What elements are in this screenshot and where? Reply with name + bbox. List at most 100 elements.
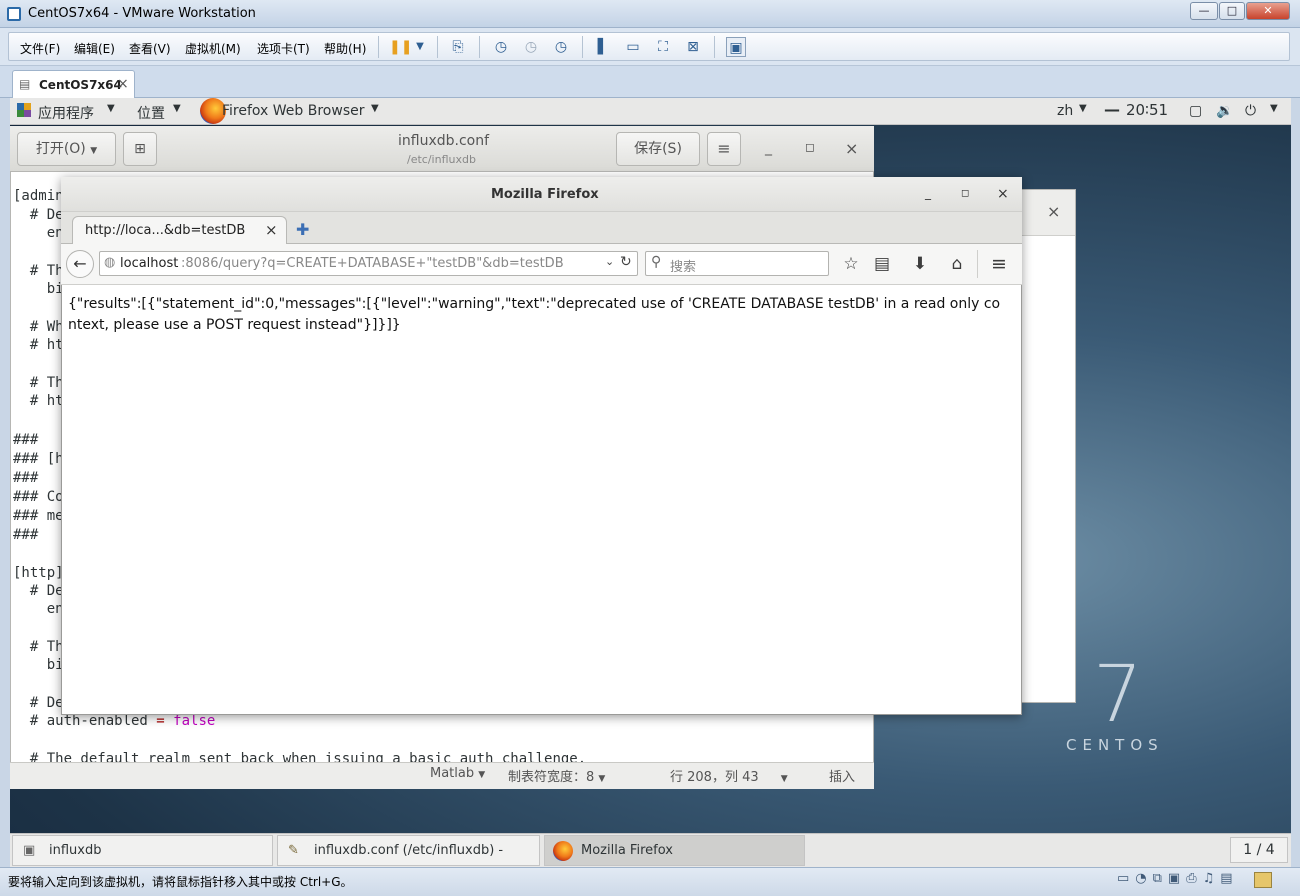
chevron-down-icon: ▼ bbox=[90, 146, 98, 156]
power-icon[interactable]: ⏻ bbox=[1245, 103, 1256, 119]
tab-label: CentOS7x64 bbox=[39, 78, 122, 92]
centos-logo-number: 7 bbox=[1093, 650, 1143, 740]
code-line: # Th bbox=[13, 639, 64, 655]
firefox-tab-title: http://loca...&db=testDB bbox=[85, 223, 246, 238]
tab-close-icon[interactable]: × bbox=[265, 221, 278, 239]
apps-menu[interactable]: 应用程序 bbox=[38, 103, 94, 123]
sidebar-toggle-icon[interactable]: ▌ bbox=[593, 37, 613, 57]
chevron-down-icon[interactable]: ▼ bbox=[410, 37, 430, 57]
close-icon[interactable]: × bbox=[997, 186, 1009, 202]
message-log-icon[interactable] bbox=[1254, 872, 1272, 888]
tab-centos7x64[interactable]: ▤ CentOS7x64 × bbox=[12, 70, 135, 98]
code-line: bi bbox=[13, 281, 64, 297]
fullscreen-icon[interactable]: ⛶ bbox=[653, 37, 673, 57]
snapshot-icon[interactable]: ◷ bbox=[491, 37, 511, 57]
code-text: # auth-enabled bbox=[13, 713, 157, 729]
volume-icon[interactable]: 🔉 bbox=[1216, 103, 1233, 119]
reload-icon[interactable]: ↻ bbox=[620, 254, 632, 270]
menu-edit[interactable]: 编辑(E) bbox=[74, 40, 115, 57]
taskbar-item-firefox[interactable]: Mozilla Firefox bbox=[544, 835, 805, 866]
document-title: influxdb.conf bbox=[398, 133, 490, 149]
chevron-down-icon: ▼ bbox=[107, 103, 115, 114]
toolbar-divider bbox=[437, 36, 438, 58]
code-line: bi bbox=[13, 657, 64, 673]
download-icon[interactable]: ⬇ bbox=[909, 254, 931, 274]
code-line: # The default realm sent back when issui… bbox=[13, 751, 587, 762]
home-icon[interactable]: ⌂ bbox=[946, 254, 968, 274]
code-line: ### [h bbox=[13, 451, 64, 467]
taskbar-item-gedit[interactable]: ✎ influxdb.conf (/etc/influxdb) - gedit bbox=[277, 835, 540, 887]
toolbar-divider bbox=[582, 36, 583, 58]
minimize-icon[interactable]: _ bbox=[765, 140, 772, 156]
globe-icon: ◍ bbox=[104, 255, 116, 270]
search-placeholder: 搜索 bbox=[670, 260, 697, 275]
hamburger-menu-icon[interactable]: ≡ bbox=[988, 254, 1010, 274]
input-language[interactable]: zh bbox=[1057, 103, 1073, 119]
places-menu[interactable]: 位置 bbox=[137, 103, 165, 123]
save-button[interactable]: 保存(S) bbox=[616, 132, 700, 166]
toolbar-divider bbox=[378, 36, 379, 58]
code-line: en bbox=[13, 225, 64, 241]
code-operator: = bbox=[156, 713, 165, 729]
new-tab-icon[interactable]: ✚ bbox=[296, 220, 309, 239]
screen-icon[interactable]: ▢ bbox=[1189, 103, 1202, 119]
taskbar-item-terminal[interactable]: ▣ influxdb bbox=[12, 835, 273, 866]
maximize-icon[interactable]: ◻ bbox=[961, 188, 969, 199]
tab-width-selector[interactable]: 制表符宽度：8 ▼ bbox=[508, 766, 605, 785]
workspace-switcher[interactable]: 1 / 4 bbox=[1230, 837, 1288, 863]
revert-snapshot-icon[interactable]: ◷ bbox=[521, 37, 541, 57]
toolbar-divider bbox=[714, 36, 715, 58]
code-line-auth: # auth-enabled = false bbox=[13, 713, 215, 729]
menu-vm[interactable]: 虚拟机(M) bbox=[185, 40, 241, 57]
device-status-icons[interactable]: ▭◔⧉▣⎙♫▤ bbox=[1117, 871, 1239, 886]
language-selector[interactable]: Matlab ▼ bbox=[430, 766, 485, 781]
unity-icon[interactable]: ⊠ bbox=[683, 37, 703, 57]
snapshot-manager-icon[interactable]: ◷ bbox=[551, 37, 571, 57]
url-host: localhost bbox=[120, 256, 179, 271]
close-icon[interactable]: × bbox=[845, 139, 858, 158]
bookmark-star-icon[interactable]: ☆ bbox=[840, 254, 862, 274]
code-line: en bbox=[13, 601, 64, 617]
code-line: ### bbox=[13, 527, 39, 543]
reading-list-icon[interactable]: ▤ bbox=[871, 254, 893, 274]
pause-icon[interactable]: ❚❚ bbox=[389, 37, 412, 57]
toolbar-divider bbox=[479, 36, 480, 58]
menu-view[interactable]: 查看(V) bbox=[129, 40, 171, 57]
chevron-down-icon: ▼ bbox=[173, 103, 181, 114]
url-dropdown-icon[interactable]: ⌄ bbox=[605, 255, 614, 268]
chevron-down-icon[interactable]: ▼ bbox=[1270, 103, 1278, 114]
document-path: /etc/influxdb bbox=[407, 153, 476, 166]
terminal-icon: ▣ bbox=[23, 843, 36, 858]
chevron-down-icon: ▼ bbox=[598, 774, 606, 784]
firefox-window-title: Mozilla Firefox bbox=[491, 187, 599, 202]
minimize-icon[interactable]: _ bbox=[925, 186, 931, 200]
clock[interactable]: 20∶51 bbox=[1126, 101, 1168, 119]
console-view-icon[interactable]: ▭ bbox=[623, 37, 643, 57]
open-button[interactable]: 打开(O) ▼ bbox=[17, 132, 116, 166]
maximize-button[interactable]: □ bbox=[1219, 2, 1245, 20]
maximize-icon[interactable]: ◻ bbox=[805, 140, 815, 154]
close-icon[interactable]: × bbox=[1047, 202, 1060, 221]
chevron-down-icon: ▼ bbox=[1079, 103, 1087, 114]
minimize-button[interactable]: — bbox=[1190, 2, 1218, 20]
menu-tabs[interactable]: 选项卡(T) bbox=[257, 40, 310, 57]
code-line: # De bbox=[13, 695, 64, 711]
code-line: # De bbox=[13, 207, 64, 223]
hamburger-menu-icon[interactable]: ≡ bbox=[707, 132, 741, 166]
tab-close-icon[interactable]: × bbox=[117, 76, 129, 92]
code-line: ### bbox=[13, 470, 39, 486]
menu-file[interactable]: 文件(F) bbox=[20, 40, 60, 57]
activities-icon[interactable] bbox=[17, 103, 31, 117]
library-view-icon[interactable]: ▣ bbox=[726, 37, 746, 57]
firefox-tab[interactable]: http://loca...&db=testDB × bbox=[72, 216, 287, 245]
send-keys-icon[interactable]: ⎘ bbox=[448, 37, 468, 57]
back-button[interactable]: ← bbox=[66, 250, 94, 278]
search-input[interactable]: ⚲ 搜索 bbox=[645, 251, 829, 276]
new-tab-icon[interactable]: ⊞ bbox=[123, 132, 157, 166]
close-button[interactable]: ✕ bbox=[1246, 2, 1290, 20]
active-app-menu[interactable]: Firefox Web Browser bbox=[222, 103, 365, 119]
menu-help[interactable]: 帮助(H) bbox=[324, 40, 366, 57]
cursor-position[interactable]: 行 208，列 43 ▼ bbox=[670, 766, 788, 785]
url-bar[interactable]: ◍ localhost :8086/query?q=CREATE+DATABAS… bbox=[99, 251, 638, 276]
vmware-title-bar: CentOS7x64 - VMware Workstation bbox=[0, 0, 1300, 28]
